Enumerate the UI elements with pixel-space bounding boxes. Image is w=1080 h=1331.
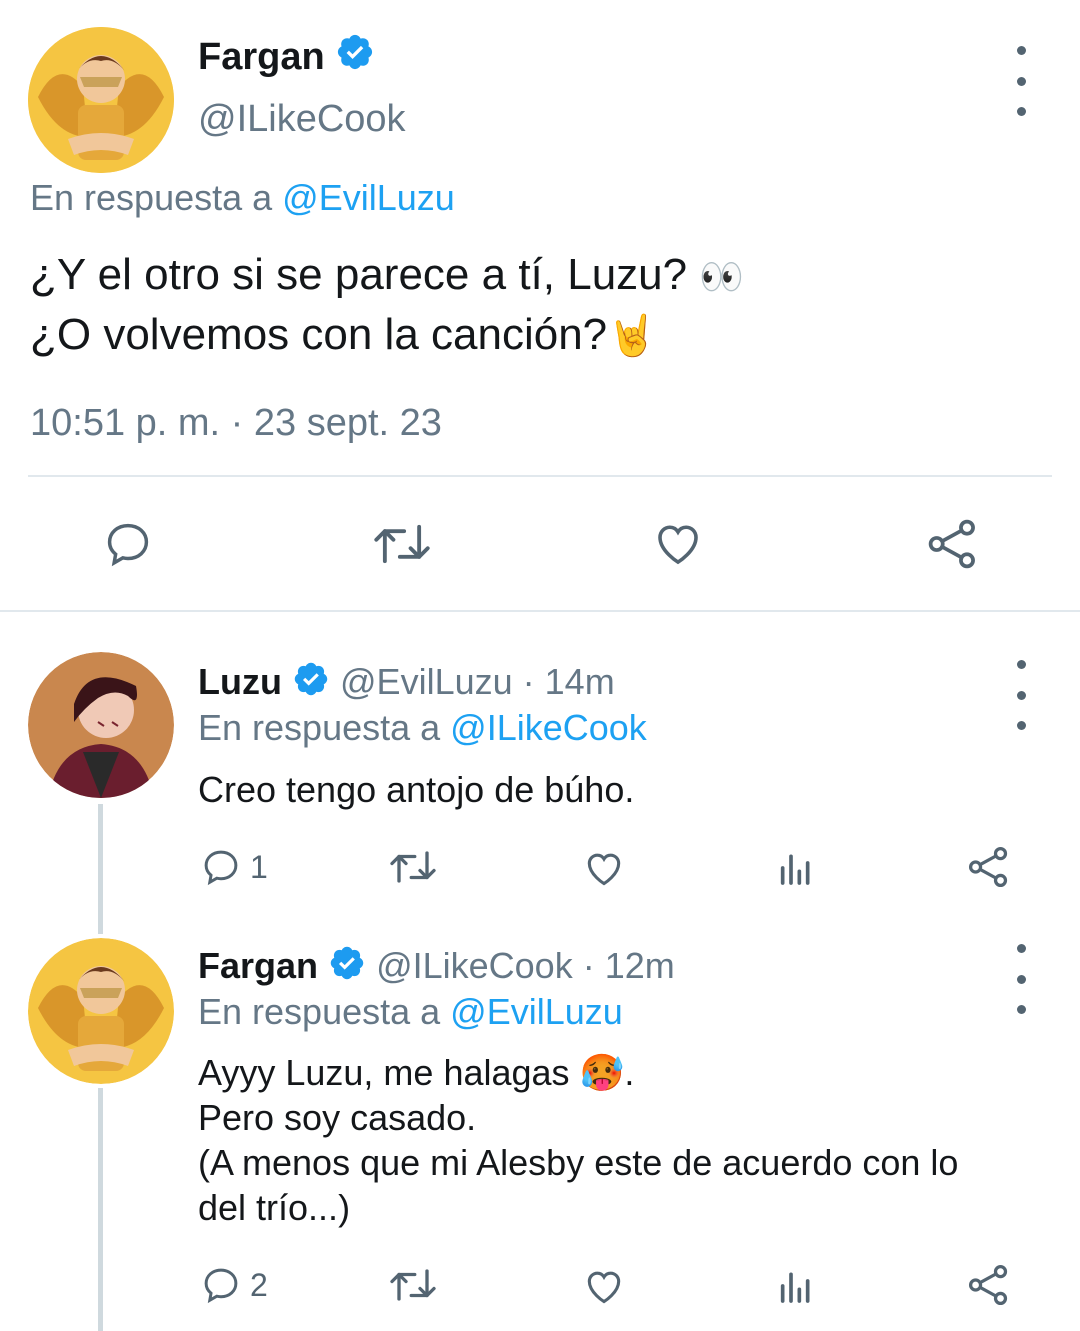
reply-to-link[interactable]: @EvilLuzu	[282, 177, 455, 218]
reply-context: En respuesta a @ILikeCook	[198, 706, 647, 750]
verified-badge-icon	[328, 944, 366, 992]
tweet-time: · 12m	[582, 945, 675, 986]
divider	[0, 610, 1080, 612]
views-button[interactable]	[776, 848, 816, 888]
reply-button[interactable]	[102, 518, 154, 570]
tweet-text-line: Pero soy casado.	[198, 1097, 477, 1138]
more-icon[interactable]	[1009, 944, 1033, 1014]
views-icon	[780, 854, 810, 885]
share-button[interactable]	[966, 1262, 1012, 1308]
reply-prefix: En respuesta a	[198, 707, 441, 748]
heart-icon	[587, 1271, 621, 1304]
tweet-text-punct: .	[624, 1052, 635, 1093]
retweet-icon	[390, 1269, 436, 1301]
reply-context: En respuesta a @EvilLuzu	[198, 990, 623, 1034]
more-icon[interactable]	[1009, 46, 1033, 116]
retweet-icon	[390, 851, 436, 883]
author-handle[interactable]: @ILikeCook	[198, 96, 406, 142]
thread-line	[98, 1088, 103, 1331]
tweet-text-line: ¿O volvemos con la canción?	[30, 310, 608, 359]
tweet-text-line: ¿Y el otro si se parece a tí, Luzu?	[30, 250, 688, 299]
thread-line	[98, 804, 103, 934]
eyes-emoji: 👀	[699, 256, 745, 297]
avatar[interactable]	[28, 938, 174, 1084]
avatar[interactable]	[28, 27, 174, 173]
reply-count: 1	[250, 848, 268, 885]
author-row: Fargan	[198, 32, 375, 85]
author-name[interactable]: Luzu	[198, 661, 282, 702]
share-icon	[928, 519, 975, 569]
reply-to-link[interactable]: @ILikeCook	[450, 707, 647, 748]
views-button[interactable]	[776, 1266, 816, 1306]
verified-badge-icon	[292, 660, 330, 708]
verified-badge-icon	[335, 32, 375, 85]
heart-icon	[658, 525, 698, 565]
tweet-text: Ayyy Luzu, me halagas 🥵. Pero soy casado…	[198, 1050, 1058, 1230]
retweet-button[interactable]	[372, 518, 432, 570]
avatar[interactable]	[28, 652, 174, 798]
author-row: Luzu @EvilLuzu · 14m	[198, 660, 615, 708]
reply-prefix: En respuesta a	[30, 177, 273, 218]
share-icon	[968, 846, 1008, 888]
reply-icon	[204, 1268, 238, 1304]
tweet-text-line: del trío...)	[198, 1187, 351, 1228]
rock-hand-emoji: 🤘	[607, 314, 657, 358]
heart-icon	[587, 853, 621, 886]
reply-to-link[interactable]: @EvilLuzu	[450, 991, 623, 1032]
tweet-time: · 14m	[522, 661, 615, 702]
like-button[interactable]	[582, 846, 626, 890]
author-name[interactable]: Fargan	[198, 36, 325, 78]
retweet-icon	[374, 524, 430, 564]
reply-count: 2	[250, 1266, 268, 1303]
retweet-button[interactable]	[388, 1264, 438, 1306]
reply-context: En respuesta a @EvilLuzu	[30, 176, 455, 220]
share-button[interactable]	[924, 516, 982, 572]
tweet-text: ¿Y el otro si se parece a tí, Luzu? 👀 ¿O…	[30, 246, 744, 365]
hot-face-emoji: 🥵	[579, 1052, 625, 1093]
tweet-text: Creo tengo antojo de búho.	[198, 769, 635, 810]
like-button[interactable]	[651, 516, 705, 570]
share-button[interactable]	[966, 844, 1012, 890]
author-handle[interactable]: @EvilLuzu	[340, 661, 513, 702]
reply-icon	[107, 523, 149, 567]
author-row: Fargan @ILikeCook · 12m	[198, 944, 675, 992]
tweet-timestamp[interactable]: 10:51 p. m. · 23 sept. 23	[30, 400, 442, 446]
reply-icon	[204, 850, 238, 886]
reply-prefix: En respuesta a	[198, 991, 441, 1032]
retweet-button[interactable]	[388, 846, 438, 888]
tweet-text-line: (A menos que mi Alesby este de acuerdo c…	[198, 1142, 959, 1183]
tweet-text-line: Ayyy Luzu, me halagas	[198, 1052, 570, 1093]
more-icon[interactable]	[1009, 660, 1033, 730]
author-name[interactable]: Fargan	[198, 945, 318, 986]
divider	[28, 475, 1052, 477]
reply-button[interactable]: 1	[200, 846, 268, 888]
reply-button[interactable]: 2	[200, 1264, 268, 1306]
share-icon	[968, 1264, 1008, 1306]
like-button[interactable]	[582, 1264, 626, 1308]
views-icon	[780, 1272, 810, 1303]
author-handle[interactable]: @ILikeCook	[376, 945, 573, 986]
